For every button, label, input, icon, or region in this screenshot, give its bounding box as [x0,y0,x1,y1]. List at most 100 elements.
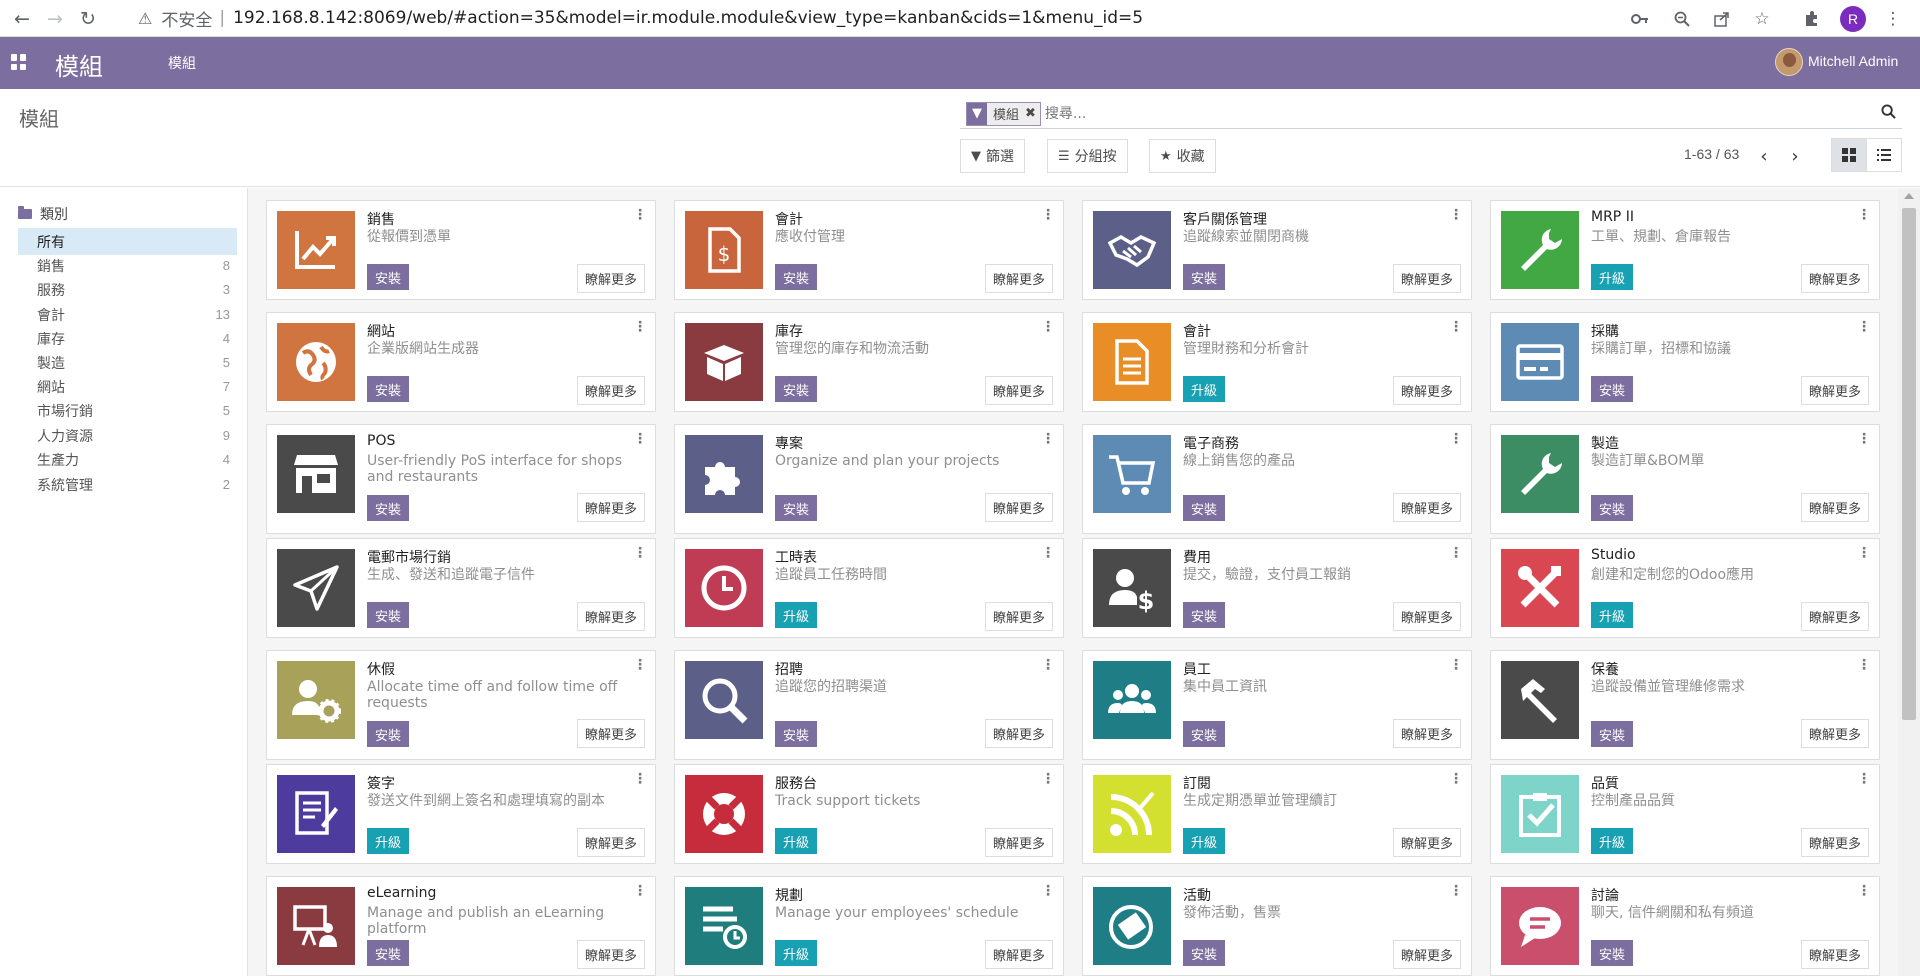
sidebar-item[interactable]: 庫存 4 [18,325,237,352]
learn-more-button[interactable]: 瞭解更多 [1392,376,1461,405]
forward-icon[interactable]: → [37,0,73,37]
more-menu-icon[interactable]: ⋮ [1878,0,1908,37]
install-button[interactable]: 安裝 [1183,940,1226,966]
module-card[interactable]: Studio 創建和定制您的Odoo應用 ⋮ 升級 瞭解更多 [1490,538,1880,638]
card-menu-icon[interactable]: ⋮ [1857,207,1871,223]
search-input[interactable] [1044,105,1902,122]
card-menu-icon[interactable]: ⋮ [633,545,647,561]
favorites-button[interactable]: ★ 收藏 [1149,139,1216,173]
module-card[interactable]: 會計 管理財務和分析會計 ⋮ 升級 瞭解更多 [1082,312,1472,412]
card-menu-icon[interactable]: ⋮ [1857,883,1871,899]
module-card[interactable]: 員工 集中員工資訊 ⋮ 安裝 瞭解更多 [1082,650,1472,760]
module-card[interactable]: 品質 控制產品品質 ⋮ 升級 瞭解更多 [1490,764,1880,864]
upgrade-button[interactable]: 升級 [1591,602,1634,628]
learn-more-button[interactable]: 瞭解更多 [1800,493,1869,522]
filter-button[interactable]: ▼ 篩選 [960,139,1025,173]
sidebar-item[interactable]: 網站 7 [18,373,237,400]
back-icon[interactable]: ← [4,0,40,37]
card-menu-icon[interactable]: ⋮ [1041,319,1055,335]
user-avatar[interactable] [1775,48,1803,76]
learn-more-button[interactable]: 瞭解更多 [576,940,645,969]
card-menu-icon[interactable]: ⋮ [633,883,647,899]
sidebar-item[interactable]: 所有 [18,228,237,255]
sidebar-item[interactable]: 生產力 4 [18,446,237,473]
card-menu-icon[interactable]: ⋮ [1449,771,1463,787]
card-menu-icon[interactable]: ⋮ [1041,771,1055,787]
card-menu-icon[interactable]: ⋮ [1041,431,1055,447]
upgrade-button[interactable]: 升級 [775,940,818,966]
learn-more-button[interactable]: 瞭解更多 [1392,828,1461,857]
module-card[interactable]: $ 會計 應收付管理 ⋮ 安裝 瞭解更多 [674,200,1064,300]
sidebar-item[interactable]: 服務 3 [18,276,237,303]
install-button[interactable]: 安裝 [775,264,818,290]
sidebar-item[interactable]: 製造 5 [18,349,237,376]
card-menu-icon[interactable]: ⋮ [1857,319,1871,335]
upgrade-button[interactable]: 升級 [775,602,818,628]
install-button[interactable]: 安裝 [367,721,410,747]
card-menu-icon[interactable]: ⋮ [1857,545,1871,561]
facet-remove-icon[interactable]: ✖ [1025,106,1040,121]
module-card[interactable]: POS User-friendly PoS interface for shops… [266,424,656,534]
learn-more-button[interactable]: 瞭解更多 [984,493,1053,522]
card-menu-icon[interactable]: ⋮ [1449,207,1463,223]
learn-more-button[interactable]: 瞭解更多 [576,719,645,748]
learn-more-button[interactable]: 瞭解更多 [576,602,645,631]
module-card[interactable]: 規劃 Manage your employees' schedule ⋮ 升級 瞭解更多 [674,876,1064,976]
learn-more-button[interactable]: 瞭解更多 [984,602,1053,631]
learn-more-button[interactable]: 瞭解更多 [1800,719,1869,748]
module-card[interactable]: $ 費用 提交，驗證，支付員工報銷 ⋮ 安裝 瞭解更多 [1082,538,1472,638]
module-card[interactable]: 活動 發佈活動，售票 ⋮ 安裝 瞭解更多 [1082,876,1472,976]
module-card[interactable]: 庫存 管理您的庫存和物流活動 ⋮ 安裝 瞭解更多 [674,312,1064,412]
module-card[interactable]: 專案 Organize and plan your projects ⋮ 安裝 瞭解更多 [674,424,1064,534]
learn-more-button[interactable]: 瞭解更多 [576,493,645,522]
key-icon[interactable] [1625,0,1655,37]
learn-more-button[interactable]: 瞭解更多 [1800,828,1869,857]
learn-more-button[interactable]: 瞭解更多 [984,828,1053,857]
module-card[interactable]: 電郵市場行銷 生成、發送和追蹤電子信件 ⋮ 安裝 瞭解更多 [266,538,656,638]
menu-modules[interactable]: 模組 [168,53,196,73]
kanban-view-button[interactable] [1831,138,1867,172]
card-menu-icon[interactable]: ⋮ [1041,207,1055,223]
module-card[interactable]: 製造 製造訂單&BOM單 ⋮ 安裝 瞭解更多 [1490,424,1880,534]
card-menu-icon[interactable]: ⋮ [1041,657,1055,673]
profile-avatar[interactable]: R [1840,6,1866,32]
module-card[interactable]: 網站 企業版網站生成器 ⋮ 安裝 瞭解更多 [266,312,656,412]
install-button[interactable]: 安裝 [775,721,818,747]
card-menu-icon[interactable]: ⋮ [1449,883,1463,899]
scroll-up-icon[interactable] [1904,193,1914,199]
card-menu-icon[interactable]: ⋮ [1449,431,1463,447]
learn-more-button[interactable]: 瞭解更多 [1800,602,1869,631]
vertical-scrollbar[interactable] [1898,188,1920,976]
install-button[interactable]: 安裝 [775,376,818,402]
install-button[interactable]: 安裝 [1591,495,1634,521]
user-name[interactable]: Mitchell Admin [1808,53,1898,69]
upgrade-button[interactable]: 升級 [1591,264,1634,290]
module-card[interactable]: 簽字 發送文件到網上簽名和處理填寫的副本 ⋮ 升級 瞭解更多 [266,764,656,864]
learn-more-button[interactable]: 瞭解更多 [984,940,1053,969]
zoom-icon[interactable] [1667,0,1697,37]
search-icon[interactable] [1881,104,1896,123]
card-menu-icon[interactable]: ⋮ [1041,883,1055,899]
upgrade-button[interactable]: 升級 [367,828,410,854]
learn-more-button[interactable]: 瞭解更多 [1392,602,1461,631]
card-menu-icon[interactable]: ⋮ [633,657,647,673]
install-button[interactable]: 安裝 [367,376,410,402]
sidebar-item[interactable]: 系統管理 2 [18,471,237,498]
card-menu-icon[interactable]: ⋮ [1857,431,1871,447]
sidebar-item[interactable]: 市場行銷 5 [18,397,237,424]
module-card[interactable]: 招聘 追蹤您的招聘渠道 ⋮ 安裝 瞭解更多 [674,650,1064,760]
pager-previous-icon[interactable]: ‹ [1751,141,1777,171]
share-icon[interactable] [1707,0,1737,37]
module-card[interactable]: 客戶關係管理 追蹤線索並關閉商機 ⋮ 安裝 瞭解更多 [1082,200,1472,300]
module-card[interactable]: 訂閱 生成定期憑單並管理續訂 ⋮ 升級 瞭解更多 [1082,764,1472,864]
install-button[interactable]: 安裝 [367,264,410,290]
install-button[interactable]: 安裝 [1591,376,1634,402]
learn-more-button[interactable]: 瞭解更多 [1392,493,1461,522]
install-button[interactable]: 安裝 [1591,940,1634,966]
learn-more-button[interactable]: 瞭解更多 [1800,376,1869,405]
learn-more-button[interactable]: 瞭解更多 [1392,940,1461,969]
install-button[interactable]: 安裝 [1183,721,1226,747]
module-card[interactable]: 服務台 Track support tickets ⋮ 升級 瞭解更多 [674,764,1064,864]
install-button[interactable]: 安裝 [1183,602,1226,628]
card-menu-icon[interactable]: ⋮ [1449,319,1463,335]
